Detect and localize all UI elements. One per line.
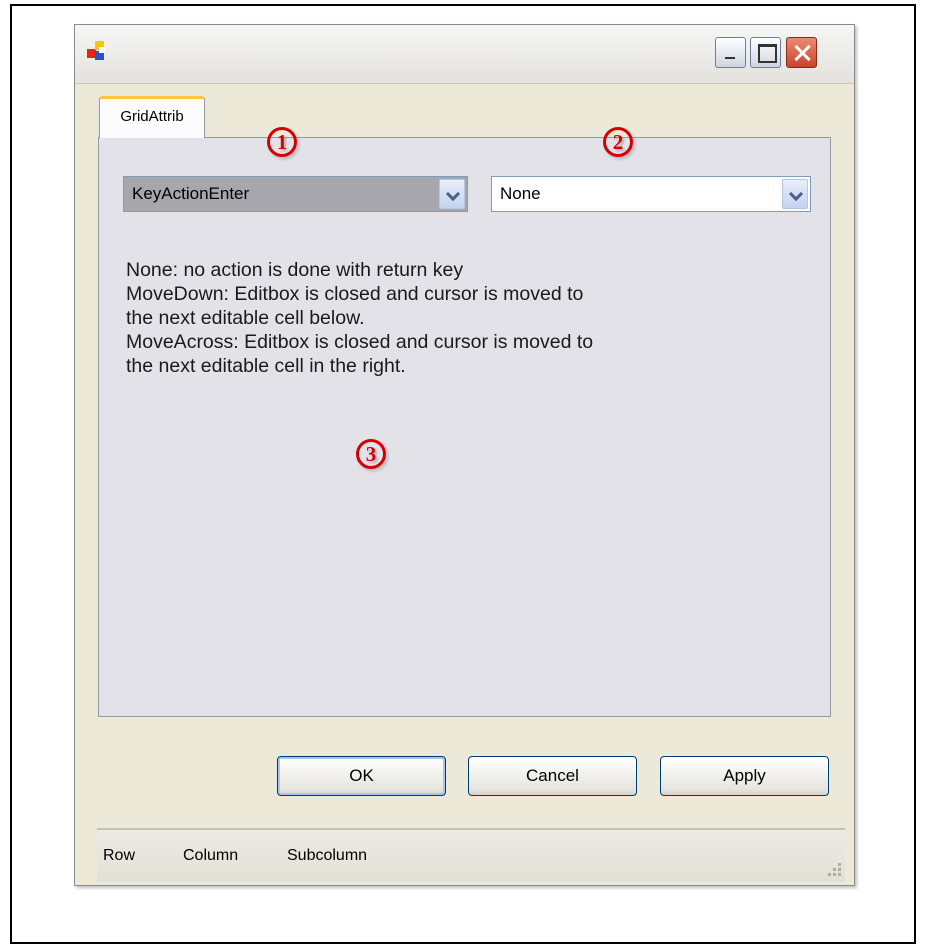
dialog-window: GridAttrib KeyActionEnter None None: no … (74, 24, 855, 886)
status-column: Column (183, 847, 239, 864)
setting-dropdown[interactable]: KeyActionEnter (123, 176, 468, 212)
description-line: None: no action is done with return key (126, 259, 464, 281)
tab-label: GridAttrib (120, 108, 184, 125)
annotation-marker-1: 1 (267, 127, 297, 157)
description-line: the next editable cell in the right. (126, 355, 406, 377)
description-line: MoveDown: Editbox is closed and cursor i… (126, 283, 584, 305)
status-row: Row (103, 847, 136, 864)
close-button[interactable] (786, 37, 817, 68)
minimize-button[interactable] (715, 37, 746, 68)
setting-dropdown-value: KeyActionEnter (132, 184, 250, 203)
chevron-down-icon[interactable] (439, 179, 465, 209)
resize-grip-icon[interactable] (823, 858, 841, 876)
ok-button[interactable]: OK (277, 756, 446, 796)
tab-panel: KeyActionEnter None None: no action is d… (98, 137, 831, 717)
description-line: MoveAcross: Editbox is closed and cursor… (126, 331, 594, 353)
app-icon (87, 41, 109, 63)
title-bar[interactable] (75, 25, 854, 84)
annotation-marker-2: 2 (603, 127, 633, 157)
status-subcolumn: Subcolumn (287, 847, 368, 864)
status-bar: Row Column Subcolumn (97, 828, 845, 882)
maximize-button[interactable] (750, 37, 781, 68)
description-text: None: no action is done with return key … (126, 258, 806, 378)
description-line: the next editable cell below. (126, 307, 365, 329)
value-dropdown[interactable]: None (491, 176, 811, 212)
chevron-down-icon[interactable] (782, 179, 808, 209)
cancel-button[interactable]: Cancel (468, 756, 637, 796)
annotation-marker-3: 3 (356, 439, 386, 469)
apply-button[interactable]: Apply (660, 756, 829, 796)
value-dropdown-value: None (500, 184, 541, 203)
tab-gridattrib[interactable]: GridAttrib (99, 96, 205, 138)
